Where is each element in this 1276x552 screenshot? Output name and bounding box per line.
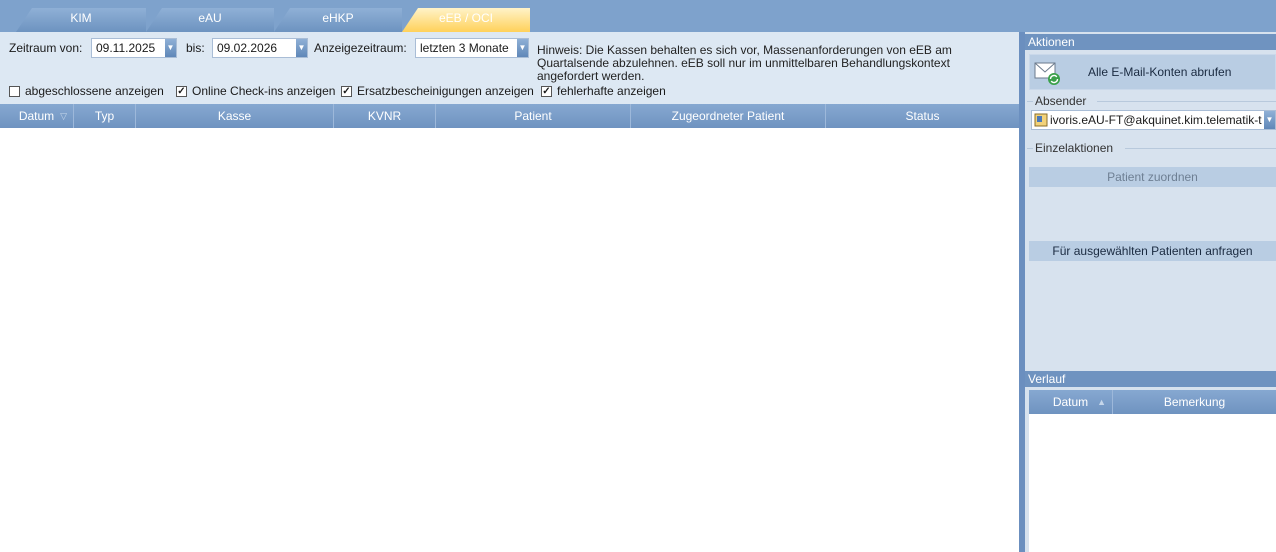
anzeigezeitraum-select[interactable]: letzten 3 Monate ▼	[415, 38, 529, 58]
absender-select[interactable]: ivoris.eAU-FT@akquinet.kim.telematik-t ▼	[1031, 110, 1276, 130]
absender-value: ivoris.eAU-FT@akquinet.kim.telematik-t	[1050, 113, 1262, 127]
verlauf-title: Verlauf	[1025, 371, 1276, 387]
column-header-patient[interactable]: Patient	[436, 104, 631, 128]
sort-ascending-icon: ▲	[1097, 397, 1106, 407]
grid-header: Datum ▽ Typ Kasse KVNR Patient Zugeordne…	[0, 104, 1019, 128]
checkmark-icon[interactable]: ✓	[176, 85, 187, 97]
checkmark-icon[interactable]: ✓	[341, 85, 352, 97]
anzeigezeitraum-label: Anzeigezeitraum:	[314, 41, 407, 55]
chevron-down-icon[interactable]: ▼	[165, 39, 176, 57]
column-header-verlauf-datum[interactable]: Datum ▲	[1029, 390, 1113, 414]
bis-value: 09.02.2026	[217, 41, 278, 55]
checkbox-label: Online Check-ins anzeigen	[192, 84, 336, 98]
checkbox-box[interactable]	[9, 85, 20, 97]
tab-strip: KIM eAU eHKP eEB / OCI	[0, 0, 1276, 32]
anzeigezeitraum-value: letzten 3 Monate	[420, 41, 509, 55]
divider	[1097, 101, 1276, 102]
absender-label: Absender	[1033, 94, 1089, 108]
chevron-down-icon[interactable]: ▼	[517, 39, 528, 57]
patient-zuordnen-button[interactable]: Patient zuordnen	[1029, 167, 1276, 187]
aktionen-panel: Aktionen Alle E-Mail-Konten abrufen Abse…	[1025, 32, 1276, 552]
patient-anfragen-button[interactable]: Für ausgewählten Patienten anfragen	[1029, 241, 1276, 261]
bis-label: bis:	[186, 41, 205, 55]
column-header-zugeordneter-patient[interactable]: Zugeordneter Patient	[631, 104, 826, 128]
filter-panel: Zeitraum von: 09.11.2025 ▼ bis: 09.02.20…	[0, 32, 1019, 104]
column-header-typ[interactable]: Typ	[74, 104, 136, 128]
mail-account-icon	[1034, 113, 1048, 130]
mail-refresh-icon	[1034, 60, 1062, 89]
divider	[1125, 148, 1276, 149]
column-header-datum[interactable]: Datum ▽	[0, 104, 74, 128]
column-header-bemerkung[interactable]: Bemerkung	[1113, 390, 1276, 414]
column-label: Datum	[18, 109, 55, 123]
einzelaktionen-label: Einzelaktionen	[1033, 141, 1116, 155]
aktionen-title: Aktionen	[1025, 34, 1276, 50]
checkbox-label: abgeschlossene anzeigen	[25, 84, 164, 98]
chevron-down-icon[interactable]: ▼	[1264, 111, 1275, 129]
filter-icon[interactable]: ▽	[60, 104, 67, 128]
hint-text: Hinweis: Die Kassen behalten es sich vor…	[537, 43, 952, 83]
tab-eeb-oci[interactable]: eEB / OCI	[402, 8, 530, 32]
verlauf-header: Datum ▲ Bemerkung	[1029, 390, 1276, 414]
chevron-down-icon[interactable]: ▼	[296, 39, 307, 57]
tab-kim[interactable]: KIM	[16, 8, 146, 32]
bis-input[interactable]: 09.02.2026 ▼	[212, 38, 308, 58]
checkmark-icon[interactable]: ✓	[541, 85, 552, 97]
tab-eau[interactable]: eAU	[146, 8, 274, 32]
column-header-status[interactable]: Status	[826, 104, 1019, 128]
zeitraum-von-input[interactable]: 09.11.2025 ▼	[91, 38, 177, 58]
tab-ehkp[interactable]: eHKP	[274, 8, 402, 32]
column-header-kvnr[interactable]: KVNR	[334, 104, 436, 128]
checkbox-abgeschlossene[interactable]: abgeschlossene anzeigen	[9, 84, 164, 98]
checkbox-label: fehlerhafte anzeigen	[557, 84, 666, 98]
checkbox-fehlerhafte[interactable]: ✓ fehlerhafte anzeigen	[541, 84, 666, 98]
fetch-all-mail-label: Alle E-Mail-Konten abrufen	[1088, 65, 1232, 79]
checkbox-online-checkins[interactable]: ✓ Online Check-ins anzeigen	[176, 84, 335, 98]
zeitraum-von-label: Zeitraum von:	[9, 41, 83, 55]
column-label: Datum	[1052, 395, 1089, 409]
checkbox-label: Ersatzbescheinigungen anzeigen	[357, 84, 534, 98]
checkbox-ersatzbescheinigungen[interactable]: ✓ Ersatzbescheinigungen anzeigen	[341, 84, 534, 98]
column-header-kasse[interactable]: Kasse	[136, 104, 334, 128]
fetch-all-mail-button[interactable]: Alle E-Mail-Konten abrufen	[1029, 54, 1276, 90]
grid-body[interactable]	[0, 128, 1019, 552]
zeitraum-von-value: 09.11.2025	[96, 41, 156, 55]
verlauf-body[interactable]	[1029, 414, 1276, 552]
